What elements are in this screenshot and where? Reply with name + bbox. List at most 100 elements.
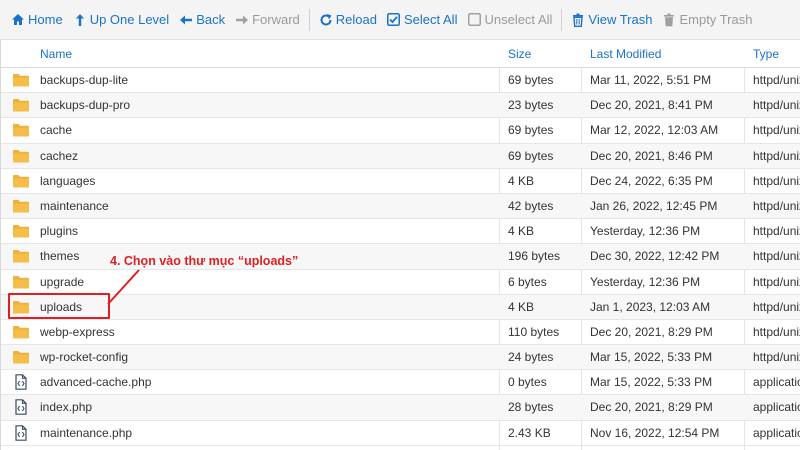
table-row[interactable]: cache 69 bytes Mar 12, 2022, 12:03 AM httpd… <box>1 118 800 144</box>
folder-icon <box>12 97 30 113</box>
home-button[interactable]: Home <box>6 7 68 33</box>
file-table: Name Size Last Modified Type backups-dup… <box>0 40 800 450</box>
file-size: 0 bytes <box>508 375 547 390</box>
folder-icon <box>12 274 30 290</box>
table-row[interactable]: backups-dup-pro 23 bytes Dec 20, 2021, 8:4… <box>1 93 800 119</box>
file-type: application/x-httpd-php <box>753 400 800 415</box>
toolbar: Home Up One Level Back Forward Reload Se… <box>0 0 800 40</box>
column-header-type[interactable]: Type <box>753 40 779 68</box>
file-last-modified: Nov 16, 2022, 12:54 PM <box>590 425 720 440</box>
file-last-modified: Dec 24, 2022, 6:35 PM <box>590 173 713 188</box>
file-name[interactable]: backups-dup-pro <box>40 93 130 117</box>
folder-icon <box>12 349 30 365</box>
file-type: httpd/unix-directory <box>753 73 800 87</box>
table-header: Name Size Last Modified Type <box>1 40 800 68</box>
file-size: 28 bytes <box>508 400 554 415</box>
file-name[interactable]: maintenance <box>40 194 109 218</box>
table-row[interactable]: upgrade 6 bytes Yesterday, 12:36 PM httpd/u… <box>1 270 800 295</box>
file-size: 69 bytes <box>508 148 554 163</box>
file-size: 6 bytes <box>508 274 547 289</box>
folder-icon <box>12 148 30 164</box>
home-label: Home <box>28 12 63 27</box>
table-row[interactable]: uploads 4 KB Jan 1, 2023, 12:03 AM httpd/un… <box>1 294 800 320</box>
file-name[interactable]: wp-rocket-config <box>40 345 128 369</box>
up-one-level-button[interactable]: Up One Level <box>68 7 175 33</box>
reload-button[interactable]: Reload <box>314 7 382 33</box>
folder-icon <box>12 72 30 88</box>
column-header-size[interactable]: Size <box>508 40 531 68</box>
annotation-text: 4. Chọn vào thư mục “uploads” <box>110 254 299 268</box>
file-name[interactable]: backups-dup-lite <box>40 68 128 92</box>
empty-trash-button[interactable]: Empty Trash <box>657 7 757 33</box>
file-type: httpd/unix-directory <box>753 173 800 188</box>
empty-trash-label: Empty Trash <box>679 12 753 27</box>
up-one-level-label: Up One Level <box>89 12 170 27</box>
file-name[interactable]: index.php <box>40 395 92 419</box>
file-last-modified: Mar 15, 2022, 5:33 PM <box>590 350 713 365</box>
file-name[interactable]: upgrade <box>40 270 84 294</box>
file-last-modified: Dec 30, 2022, 12:42 PM <box>590 249 720 264</box>
back-label: Back <box>196 12 226 27</box>
file-last-modified: Mar 15, 2022, 5:33 PM <box>590 375 713 390</box>
file-last-modified: Dec 20, 2021, 8:41 PM <box>590 98 713 113</box>
table-row[interactable]: index.php 28 bytes Dec 20, 2021, 8:29 PM ap… <box>1 395 800 421</box>
toolbar-divider <box>308 8 310 31</box>
back-button[interactable]: Back <box>174 7 230 33</box>
file-size: 2.43 KB <box>508 425 551 440</box>
file-name[interactable]: cache <box>40 118 72 142</box>
table-row[interactable]: wp-rocket-config 24 bytes Mar 15, 2022, 5:… <box>1 345 800 371</box>
trash-icon <box>662 13 676 27</box>
file-name[interactable]: plugins <box>40 219 78 243</box>
file-size: 24 bytes <box>508 350 554 365</box>
table-row[interactable]: maintenance 42 bytes Jan 26, 2022, 12:45 P… <box>1 193 800 220</box>
file-name[interactable]: themes <box>40 244 79 268</box>
unselect-all-button[interactable]: Unselect All <box>462 7 557 33</box>
file-last-modified: Jan 1, 2023, 12:03 AM <box>590 299 711 314</box>
file-name[interactable]: advanced-cache.php <box>40 370 151 394</box>
checkbox-checked-icon <box>387 13 401 27</box>
file-type: httpd/unix-directory <box>753 249 800 264</box>
file-name[interactable]: languages <box>40 169 95 193</box>
table-row[interactable]: backups-dup-lite 69 bytes Mar 11, 2022, 5:… <box>1 68 800 94</box>
arrow-right-icon <box>235 13 249 27</box>
file-type: httpd/unix-directory <box>753 274 800 289</box>
trash-icon <box>571 13 585 27</box>
table-row[interactable]: cachez 69 bytes Dec 20, 2021, 8:46 PM httpd… <box>1 143 800 169</box>
file-name[interactable]: webp-express <box>40 320 115 344</box>
column-header-name[interactable]: Name <box>40 40 72 68</box>
php-file-icon <box>12 424 30 441</box>
file-name[interactable]: maintenance.php <box>40 421 132 445</box>
forward-button[interactable]: Forward <box>230 7 305 33</box>
file-last-modified: Mar 12, 2022, 12:03 AM <box>590 123 719 138</box>
file-size: 4 KB <box>508 299 535 314</box>
home-icon <box>11 13 25 27</box>
file-size: 23 bytes <box>508 98 554 113</box>
file-size: 69 bytes <box>508 73 554 87</box>
file-type: application/x-httpd-php <box>753 425 800 440</box>
table-row[interactable]: maintenance.php 2.43 KB Nov 16, 2022, 12:5… <box>1 421 800 446</box>
select-all-label: Select All <box>403 12 458 27</box>
file-size: 196 bytes <box>508 249 561 264</box>
file-last-modified: Jan 26, 2022, 12:45 PM <box>590 198 718 213</box>
file-type: httpd/unix-directory <box>753 198 800 213</box>
folder-icon <box>12 248 30 264</box>
table-row[interactable]: webp-express 110 bytes Dec 20, 2021, 8:29 … <box>1 320 800 346</box>
table-row[interactable]: plugins 4 KB Yesterday, 12:36 PM httpd/unix… <box>1 219 800 245</box>
file-type: httpd/unix-directory <box>753 324 800 339</box>
arrow-left-icon <box>179 13 193 27</box>
folder-icon <box>12 173 30 189</box>
file-size: 110 bytes <box>508 324 560 339</box>
column-header-last-modified[interactable]: Last Modified <box>590 40 661 68</box>
file-name[interactable]: cachez <box>40 144 78 168</box>
select-all-button[interactable]: Select All <box>382 7 462 33</box>
arrow-up-icon <box>73 13 87 27</box>
file-last-modified: Mar 11, 2022, 5:51 PM <box>590 73 712 87</box>
table-row[interactable]: advanced-cache.php 0 bytes Mar 15, 2022, 5… <box>1 370 800 396</box>
file-size: 4 KB <box>508 224 535 239</box>
file-last-modified: Yesterday, 12:36 PM <box>590 224 701 239</box>
table-row[interactable]: languages 4 KB Dec 24, 2022, 6:35 PM httpd/… <box>1 169 800 194</box>
file-type: httpd/unix-directory <box>753 148 800 163</box>
unselect-all-label: Unselect All <box>484 12 553 27</box>
view-trash-button[interactable]: View Trash <box>566 7 657 33</box>
file-last-modified: Dec 20, 2021, 8:29 PM <box>590 324 713 339</box>
